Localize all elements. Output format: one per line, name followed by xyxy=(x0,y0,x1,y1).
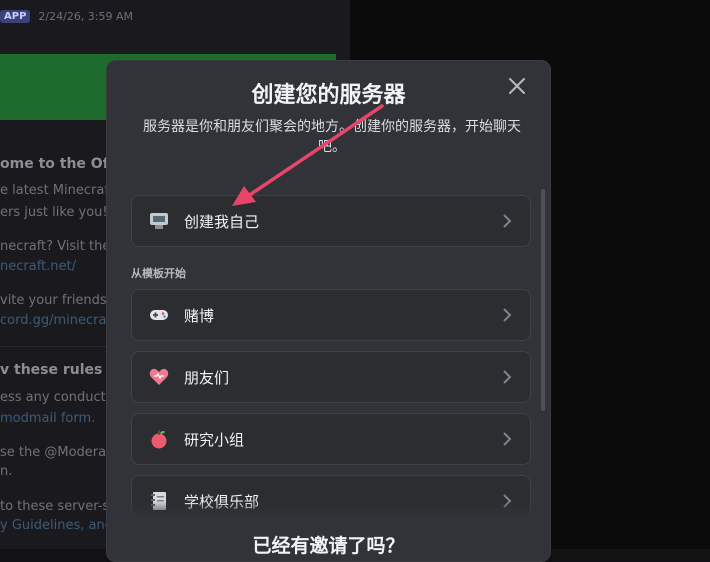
template-label: 赌博 xyxy=(184,306,215,325)
background-message-line: se the @Moderato xyxy=(0,445,120,460)
background-message-line: necraft? Visit the o xyxy=(0,239,123,254)
template-option-study-group[interactable]: 研究小组 xyxy=(131,413,531,465)
create-my-own-label: 创建我自己 xyxy=(184,212,260,231)
gamepad-icon xyxy=(148,304,170,326)
chevron-right-icon xyxy=(502,370,512,384)
template-option-friends[interactable]: 朋友们 xyxy=(131,351,531,403)
chevron-right-icon xyxy=(502,214,512,228)
app-badge: APP xyxy=(0,10,31,23)
background-message-line: ers just like you! xyxy=(0,205,108,220)
template-option-gaming[interactable]: 赌博 xyxy=(131,289,531,341)
template-section-label: 从模板开始 xyxy=(131,267,186,280)
apple-icon xyxy=(148,428,170,450)
heart-icon xyxy=(148,366,170,388)
background-message-line: ess any conduct in xyxy=(0,390,122,405)
background-message-line: e latest Minecraft xyxy=(0,183,114,198)
chevron-right-icon xyxy=(502,308,512,322)
background-message-line: to these server-s xyxy=(0,499,110,514)
list-fade xyxy=(107,501,550,519)
message-header: APP 2/24/26, 3:59 AM xyxy=(0,10,133,23)
background-message-line: necraft.net/ xyxy=(0,259,76,274)
background-message-line: n. xyxy=(0,464,13,479)
message-timestamp: 2/24/26, 3:59 AM xyxy=(38,10,134,23)
background-message-line: y Guidelines, and xyxy=(0,518,113,533)
template-label: 朋友们 xyxy=(184,368,230,387)
close-icon xyxy=(509,78,525,94)
chevron-right-icon xyxy=(502,432,512,446)
scrollbar[interactable] xyxy=(541,189,545,411)
modal-subtitle: 服务器是你和朋友们聚会的地方。创建你的服务器，开始聊天吧。 xyxy=(143,119,521,155)
template-label: 研究小组 xyxy=(184,430,245,449)
create-my-own-option[interactable]: 创建我自己 xyxy=(131,195,531,247)
create-server-modal: 创建您的服务器 服务器是你和朋友们聚会的地方。创建你的服务器，开始聊天吧。 创建… xyxy=(106,60,551,562)
invite-heading: 已经有邀请了吗？ xyxy=(252,535,405,557)
custom-server-icon xyxy=(148,210,170,232)
template-list[interactable]: 创建我自己 从模板开始 赌博 朋友们 研究小组 xyxy=(107,181,550,517)
background-message-line: cord.gg/minecraft xyxy=(0,313,116,328)
background-message-line: modmail form. xyxy=(0,411,96,426)
close-button[interactable] xyxy=(504,73,530,99)
modal-title: 创建您的服务器 xyxy=(251,83,406,108)
